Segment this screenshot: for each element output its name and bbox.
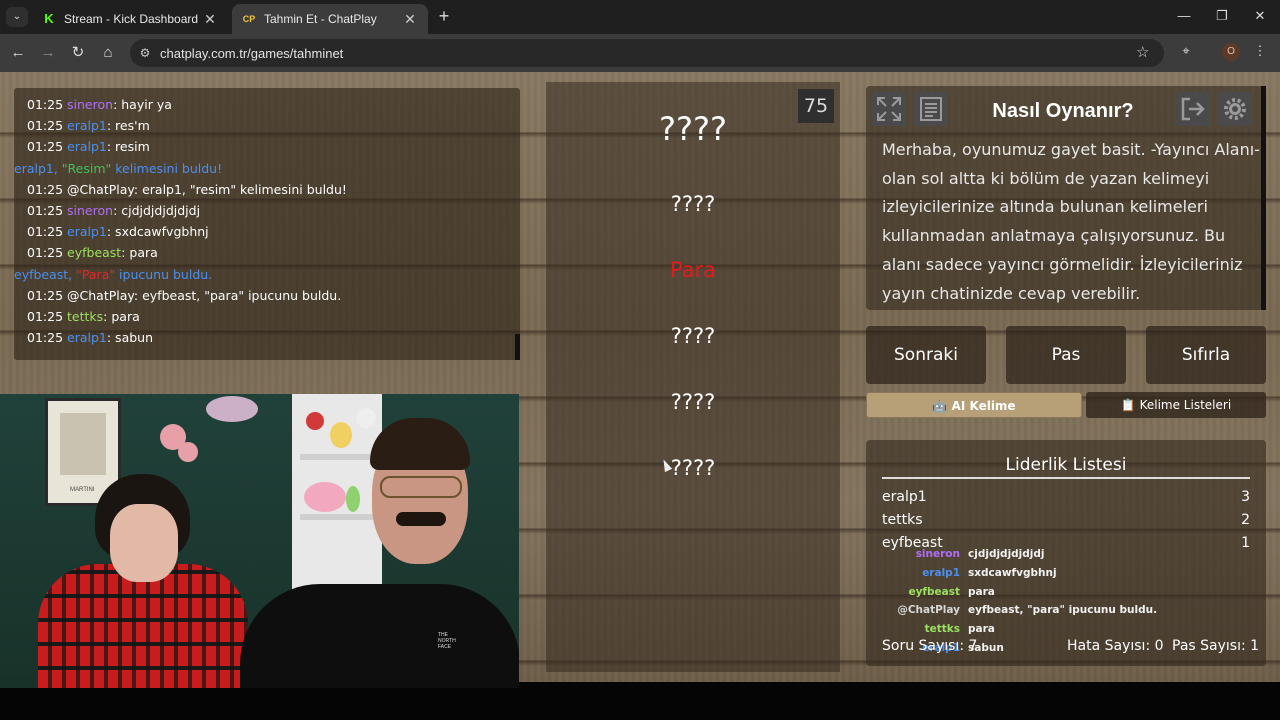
word-panel — [546, 82, 840, 672]
divider — [882, 477, 1250, 479]
chat-username[interactable]: @ChatPlay — [67, 288, 134, 303]
chat-system-message: eyfbeast, "Para" ipucunu buldu. — [14, 266, 213, 282]
chat-system-message: eralp1, "Resim" kelimesini buldu! — [14, 160, 223, 176]
chat-scrollbar[interactable] — [515, 334, 520, 360]
chat-message: 01:25 eralp1: sabun — [27, 330, 154, 346]
chat-message: 01:25 sineron: hayir ya — [27, 97, 172, 112]
site-info-icon[interactable]: ⚙ — [130, 46, 160, 60]
forward-icon[interactable]: → — [38, 43, 58, 63]
chat-username[interactable]: @ChatPlay — [67, 182, 134, 197]
streamer-woman — [110, 504, 178, 582]
error-count: Hata Sayısı: 0 — [1067, 638, 1164, 654]
document-icon[interactable] — [914, 92, 948, 126]
chat-username[interactable]: sineron — [67, 203, 113, 218]
how-to-play-scrollbar[interactable] — [1261, 86, 1266, 310]
hint-word: ???? — [670, 456, 716, 480]
exit-icon[interactable] — [1176, 92, 1210, 126]
how-to-play-title: Nasıl Oynanır? — [992, 100, 1134, 122]
webcam-feed: MARTINI THE NORTH FACE — [0, 394, 519, 688]
close-tab-icon[interactable]: ✕ — [202, 11, 218, 28]
chat-message: 01:25 eralp1: sxdcawfvgbhnj — [27, 224, 209, 240]
close-tab-icon[interactable]: ✕ — [402, 11, 418, 28]
chat-panel: 01:25 sineron: hayir ya 01:25 eralp1: res… — [14, 88, 520, 360]
leaderboard-row: tettks 2 — [882, 512, 1250, 528]
leaderboard-title: Liderlik Listesi — [1005, 455, 1127, 475]
list-icon: 📋 — [1120, 398, 1140, 412]
menu-kebab-icon[interactable]: ⋮ — [1250, 43, 1270, 59]
chat-username[interactable]: tettks — [67, 309, 103, 324]
pass-count: Pas Sayısı: 1 — [1172, 638, 1260, 654]
overlay-chat-line: eyfbeast para — [908, 585, 995, 598]
next-button[interactable]: Sonraki — [866, 326, 986, 384]
question-count: Soru Sayısı: 7 — [882, 638, 978, 654]
url-text: chatplay.com.tr/games/tahminet — [160, 45, 344, 61]
reload-icon[interactable]: ↻ — [68, 43, 88, 63]
chat-username[interactable]: sineron — [67, 97, 113, 112]
overlay-chat-line: eralp1 sxdcawfvgbhnj — [922, 566, 1057, 579]
target-word: ???? — [659, 110, 727, 148]
chat-username[interactable]: eralp1 — [67, 224, 107, 239]
minimize-icon[interactable]: — — [1174, 8, 1194, 23]
tab-search-button[interactable]: ⌄ — [6, 7, 28, 27]
restore-icon[interactable]: ❐ — [1212, 8, 1232, 24]
overlay-chat-line: sineron cjdjdjdjdjdjdj — [915, 548, 1045, 560]
overlay-chat-line: @ChatPlay eyfbeast, "para" ipucunu buldu. — [897, 604, 1158, 617]
tab-strip: ⌄ K Stream - Kick Dashboard ✕ CP Tahmin … — [0, 0, 1280, 34]
fullscreen-icon[interactable] — [872, 92, 906, 126]
close-window-icon[interactable]: ✕ — [1250, 8, 1270, 24]
chatplay-favicon-icon: CP — [242, 14, 256, 24]
hint-word: ???? — [670, 390, 716, 414]
chat-username[interactable]: eralp1 — [67, 139, 107, 154]
browser-toolbar: ← → ↻ ⌂ ⚙ chatplay.com.tr/games/tahminet… — [0, 34, 1280, 72]
pass-button[interactable]: Pas — [1006, 326, 1126, 384]
leaderboard-row: eralp1 3 — [882, 489, 1250, 505]
settings-gear-icon[interactable] — [1218, 92, 1252, 126]
tab-kick-dashboard[interactable]: K Stream - Kick Dashboard ✕ — [32, 4, 228, 34]
chat-message: 01:25 tettks: para — [27, 308, 140, 324]
word-lists-button[interactable]: 📋 Kelime Listeleri — [1086, 392, 1266, 418]
hint-word-found: Para — [669, 258, 717, 282]
hint-word: ???? — [670, 192, 716, 216]
chat-username[interactable]: eyfbeast — [67, 245, 121, 260]
new-tab-button[interactable]: + — [434, 6, 454, 26]
tab-title: Tahmin Et - ChatPlay — [264, 12, 377, 26]
chat-message: 01:25 eralp1: res'm — [27, 118, 150, 134]
chat-message: 01:25 eralp1: resim — [27, 139, 150, 155]
home-icon[interactable]: ⌂ — [98, 43, 118, 63]
kick-favicon-icon: K — [42, 12, 56, 26]
profile-avatar[interactable]: O — [1222, 43, 1240, 61]
chat-message: 01:25 sineron: cjdjdjdjdjdjdj — [27, 202, 201, 218]
address-bar[interactable]: ⚙ chatplay.com.tr/games/tahminet — [130, 39, 1164, 67]
ai-word-button[interactable]: 🤖 AI Kelime — [866, 392, 1082, 418]
chat-message: 01:25 @ChatPlay: eyfbeast, "para" ipucun… — [27, 287, 342, 303]
hint-word: ???? — [670, 324, 716, 348]
robot-icon: 🤖 — [932, 399, 952, 413]
lens-icon[interactable]: ⌖ — [1176, 43, 1196, 59]
tab-chatplay[interactable]: CP Tahmin Et - ChatPlay ✕ — [232, 4, 428, 34]
bookmark-star-icon[interactable]: ☆ — [1136, 43, 1149, 61]
chat-message: 01:25 eyfbeast: para — [27, 245, 158, 261]
back-icon[interactable]: ← — [8, 43, 28, 63]
how-to-play-text: Merhaba, oyunumuz gayet basit. -Yayıncı … — [882, 140, 1260, 303]
overlay-chat-line: tettks para — [924, 623, 995, 636]
reset-button[interactable]: Sıfırla — [1146, 326, 1266, 384]
chat-message: 01:25 @ChatPlay: eralp1, "resim" kelimes… — [27, 181, 347, 197]
tab-title: Stream - Kick Dashboard — [64, 12, 199, 26]
chat-username[interactable]: eralp1 — [67, 330, 107, 345]
chat-username[interactable]: eralp1 — [67, 118, 107, 133]
